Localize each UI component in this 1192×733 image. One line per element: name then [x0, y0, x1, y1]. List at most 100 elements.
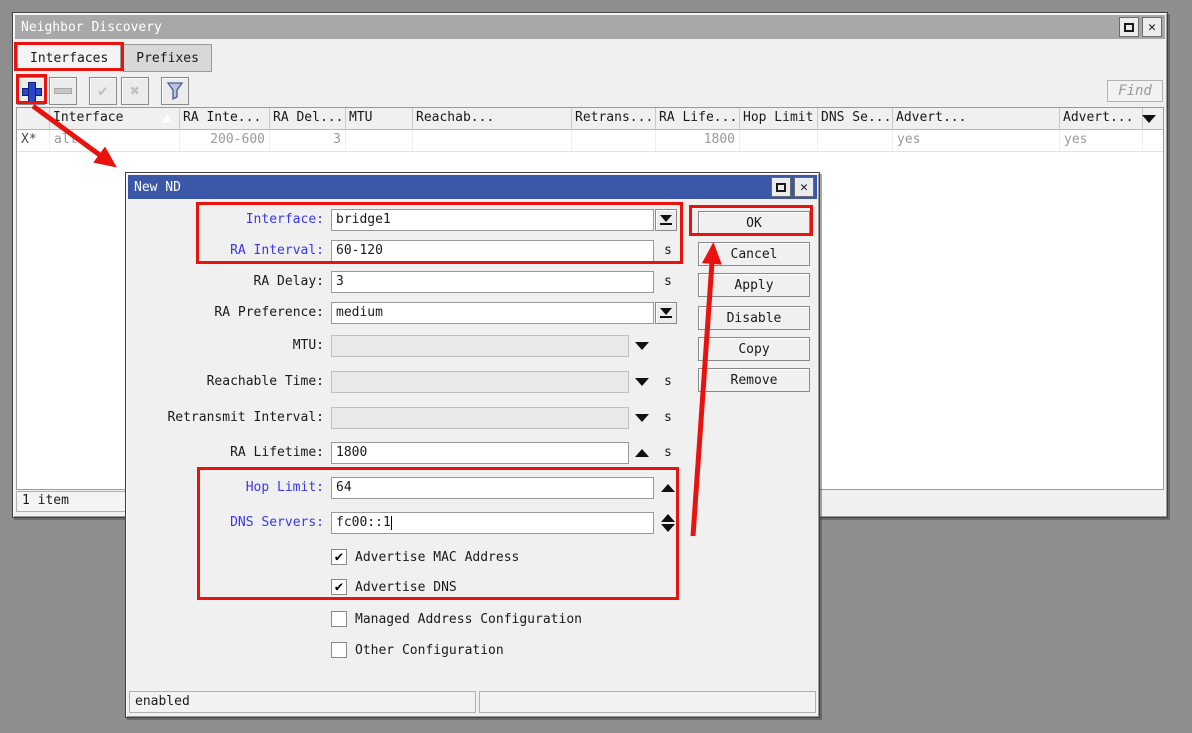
header-hop-limit[interactable]: Hop Limit [740, 108, 818, 129]
ok-button[interactable]: OK [698, 211, 810, 235]
enable-button[interactable]: ✔ [89, 76, 117, 105]
collapse-up-icon [635, 449, 649, 457]
dialog-titlebar[interactable]: New ND ✕ [128, 175, 817, 199]
cell-ra-interval: 200-600 [180, 130, 270, 151]
maximize-button[interactable] [1119, 17, 1139, 37]
tab-prefixes[interactable]: Prefixes [123, 44, 212, 72]
cell-advertise-dns: yes [1060, 130, 1143, 151]
cell-hop-limit [740, 130, 818, 151]
cell-mtu [346, 130, 413, 151]
disable-button[interactable]: ✖ [121, 76, 149, 105]
dns-servers-updown-button[interactable] [660, 512, 676, 534]
checkbox-other-configuration[interactable]: Other Configuration [331, 641, 504, 659]
header-advertise-dns[interactable]: Advert... [1060, 108, 1143, 129]
checkbox-managed-address[interactable]: Managed Address Configuration [331, 610, 582, 628]
item-count: 1 item [16, 491, 128, 512]
checkbox-box[interactable] [331, 642, 347, 658]
table-header-row: Interface RA Inte... RA Del... MTU Reach… [17, 108, 1163, 130]
interface-input[interactable]: bridge1 [331, 209, 654, 231]
field-row-hop-limit: Hop Limit: 64 [126, 477, 819, 499]
ra-interval-input[interactable]: 60-120 [331, 240, 654, 262]
ra-delay-unit: s [664, 274, 672, 289]
close-icon: ✕ [800, 179, 808, 195]
header-ra-interval[interactable]: RA Inte... [180, 108, 270, 129]
new-nd-dialog: New ND ✕ Interface: bridge1 RA Interval:… [125, 172, 820, 718]
window-titlebar[interactable]: Neighbor Discovery ✕ [15, 15, 1165, 39]
field-row-ra-lifetime: RA Lifetime: 1800 s [126, 442, 819, 464]
maximize-icon [1124, 22, 1134, 32]
checkbox-box[interactable]: ✔ [331, 549, 347, 565]
close-icon: ✕ [1148, 19, 1156, 35]
checkbox-box[interactable] [331, 611, 347, 627]
expand-down-icon [635, 378, 649, 386]
dns-servers-label: DNS Servers: [230, 515, 324, 530]
status-extra [479, 691, 816, 713]
checkbox-advertise-mac[interactable]: ✔ Advertise MAC Address [331, 548, 519, 566]
apply-button[interactable]: Apply [698, 273, 810, 297]
interface-label: Interface: [245, 212, 324, 227]
mtu-input[interactable] [331, 335, 629, 357]
cell-ra-delay: 3 [270, 130, 346, 151]
column-menu-button[interactable] [1138, 108, 1160, 129]
retransmit-interval-label: Retransmit Interval: [167, 410, 324, 425]
checkbox-advertise-dns[interactable]: ✔ Advertise DNS [331, 578, 457, 596]
header-reachable[interactable]: Reachab... [413, 108, 572, 129]
interface-dropdown-button[interactable] [655, 209, 677, 231]
expand-down-icon [635, 342, 649, 350]
remove-entry-icon [661, 524, 675, 532]
dialog-maximize-button[interactable] [771, 177, 791, 197]
remove-button[interactable] [49, 76, 77, 105]
table-row[interactable]: X* all 200-600 3 1800 yes yes [17, 130, 1163, 152]
maximize-icon [776, 182, 786, 192]
reachable-time-input[interactable] [331, 371, 629, 393]
header-selection[interactable] [17, 108, 50, 129]
status-enabled: enabled [129, 691, 476, 713]
cancel-button[interactable]: Cancel [698, 242, 810, 266]
dialog-close-button[interactable]: ✕ [794, 177, 814, 197]
header-ra-delay[interactable]: RA Del... [270, 108, 346, 129]
copy-button[interactable]: Copy [698, 337, 810, 361]
add-button[interactable] [17, 76, 45, 105]
sort-asc-icon [161, 114, 173, 123]
mtu-expand-button[interactable] [634, 335, 650, 357]
close-button[interactable]: ✕ [1142, 17, 1162, 37]
chevron-down-icon [1142, 114, 1156, 123]
reachable-time-expand-button[interactable] [634, 371, 650, 393]
window-title: Neighbor Discovery [21, 19, 162, 35]
header-retransmit[interactable]: Retrans... [572, 108, 656, 129]
field-row-dns-servers: DNS Servers: fc00::1 [126, 512, 819, 534]
remove-button[interactable]: Remove [698, 368, 810, 392]
plus-icon [22, 81, 42, 102]
find-button[interactable]: Find [1107, 79, 1163, 102]
hop-limit-input[interactable]: 64 [331, 477, 654, 499]
header-mtu[interactable]: MTU [346, 108, 413, 129]
cell-dns [818, 130, 893, 151]
minus-icon [54, 87, 72, 94]
checkbox-box[interactable]: ✔ [331, 579, 347, 595]
header-advertise-mac[interactable]: Advert... [893, 108, 1060, 129]
ra-lifetime-input[interactable]: 1800 [331, 442, 629, 464]
dialog-title: New ND [134, 179, 181, 195]
dropdown-icon [660, 215, 672, 222]
dns-servers-input[interactable]: fc00::1 [331, 512, 654, 534]
header-dns-servers[interactable]: DNS Se... [818, 108, 893, 129]
ra-delay-input[interactable]: 3 [331, 271, 654, 293]
ra-preference-label: RA Preference: [214, 305, 324, 320]
ra-lifetime-unit: s [664, 445, 672, 460]
filter-button[interactable] [161, 76, 189, 105]
ra-preference-dropdown-button[interactable] [655, 302, 677, 324]
cell-reachable [413, 130, 572, 151]
ra-lifetime-collapse-button[interactable] [634, 442, 650, 464]
disable-button[interactable]: Disable [698, 306, 810, 330]
retransmit-interval-input[interactable] [331, 407, 629, 429]
tab-interfaces[interactable]: Interfaces [17, 44, 122, 72]
ra-preference-input[interactable]: medium [331, 302, 654, 324]
check-icon: ✔ [334, 579, 344, 595]
reachable-time-label: Reachable Time: [206, 374, 324, 389]
header-ra-lifetime[interactable]: RA Life... [656, 108, 740, 129]
ra-interval-unit: s [664, 243, 672, 258]
retransmit-interval-expand-button[interactable] [634, 407, 650, 429]
hop-limit-collapse-button[interactable] [660, 477, 676, 499]
hop-limit-label: Hop Limit: [245, 480, 324, 495]
header-interface[interactable]: Interface [50, 108, 180, 129]
